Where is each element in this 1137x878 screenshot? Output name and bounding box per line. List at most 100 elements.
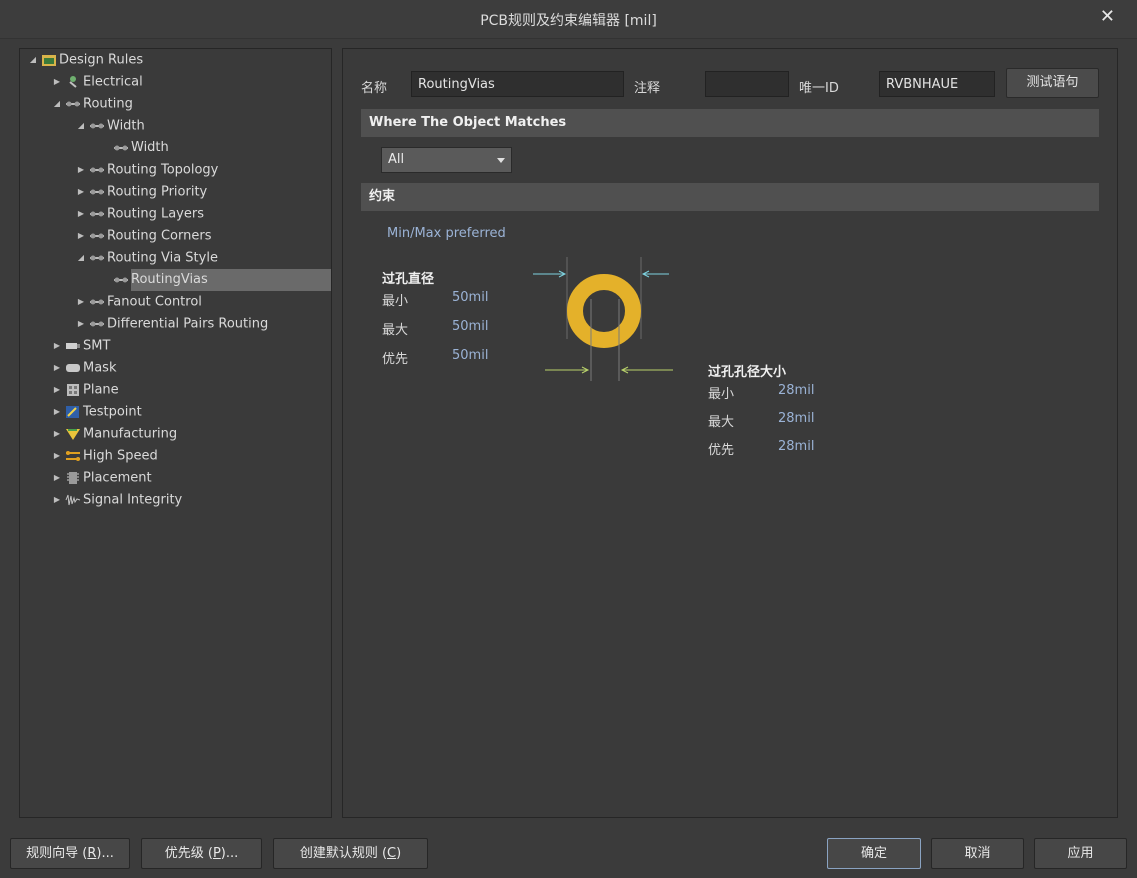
collapsed-arrow-icon[interactable]: ▶ <box>76 291 86 313</box>
collapsed-arrow-icon[interactable]: ▶ <box>52 445 62 467</box>
via-hole-preferred-value[interactable]: 28mil <box>778 439 814 454</box>
rules-tree: ◢ Design Rules ▶ Electrical ◢ Routing ◢ Widt… <box>19 48 332 818</box>
collapsed-arrow-icon[interactable]: ▶ <box>52 489 62 511</box>
via-diameter-max-value[interactable]: 50mil <box>452 319 488 334</box>
constraint-mode-label[interactable]: Min/Max preferred <box>387 226 506 241</box>
electrical-icon <box>69 76 77 88</box>
tree-item-testpoint[interactable]: ▶ Testpoint <box>52 401 142 423</box>
tree-item-placement[interactable]: ▶ Placement <box>52 467 152 489</box>
tree-item-routing-corners[interactable]: ▶ Routing Corners <box>76 225 212 247</box>
via-diagram <box>533 257 673 381</box>
tree-item-routing-vias[interactable]: RoutingVias <box>110 269 208 291</box>
test-query-button[interactable]: 测试语句 <box>1006 68 1099 98</box>
collapsed-arrow-icon[interactable]: ▶ <box>52 379 62 401</box>
tree-item-routing-layers[interactable]: ▶ Routing Layers <box>76 203 204 225</box>
tree-item-routing-via-style[interactable]: ◢ Routing Via Style <box>76 247 218 269</box>
scope-dropdown[interactable]: All <box>381 147 512 173</box>
create-default-rules-button[interactable]: 创建默认规则 (C) <box>273 838 428 869</box>
collapsed-arrow-icon[interactable]: ▶ <box>52 467 62 489</box>
smt-icon <box>66 343 80 349</box>
apply-button[interactable]: 应用 <box>1034 838 1127 869</box>
tree-item-width-rule[interactable]: Width <box>110 137 169 159</box>
collapsed-arrow-icon[interactable]: ▶ <box>52 71 62 93</box>
collapsed-arrow-icon[interactable]: ▶ <box>76 203 86 225</box>
comment-field[interactable] <box>705 71 789 97</box>
routing-rule-icon <box>114 277 128 282</box>
tree-item-routing[interactable]: ◢ Routing <box>52 93 133 115</box>
rule-wizard-button[interactable]: 规则向导 (R)... <box>10 838 130 869</box>
routing-rule-icon <box>90 299 104 305</box>
comment-label: 注释 <box>634 81 661 96</box>
via-diameter-min-value[interactable]: 50mil <box>452 290 488 305</box>
signal-integrity-icon <box>65 494 81 506</box>
routing-rule-icon <box>90 167 104 173</box>
design-rules-icon <box>42 55 56 66</box>
unique-id-field[interactable]: RVBNHAUE <box>879 71 995 97</box>
via-hole-icon <box>591 298 617 324</box>
via-diameter-preferred-value[interactable]: 50mil <box>452 348 488 363</box>
routing-rule-icon <box>90 255 104 261</box>
routing-rule-icon <box>114 145 128 150</box>
high-speed-icon <box>66 451 80 461</box>
collapsed-arrow-icon[interactable]: ▶ <box>76 159 86 181</box>
via-diameter-max-label: 最大 <box>382 323 409 338</box>
via-diameter-title: 过孔直径 <box>382 272 435 287</box>
routing-rule-icon <box>90 189 104 195</box>
tree-item-manufacturing[interactable]: ▶ Manufacturing <box>52 423 177 445</box>
mask-icon <box>66 364 80 372</box>
plane-icon <box>67 384 79 396</box>
collapsed-arrow-icon[interactable]: ▶ <box>76 225 86 247</box>
expanded-arrow-icon[interactable]: ◢ <box>52 93 62 115</box>
via-diameter-preferred-label: 优先 <box>382 352 409 367</box>
scope-dropdown-value: All <box>388 152 405 167</box>
where-matches-header: Where The Object Matches <box>361 109 1099 137</box>
via-hole-max-label: 最大 <box>708 415 735 430</box>
routing-icon <box>66 101 80 107</box>
routing-rule-icon <box>90 211 104 217</box>
routing-rule-icon <box>90 321 104 327</box>
priorities-button[interactable]: 优先级 (P)... <box>141 838 262 869</box>
tree-item-differential-pairs-routing[interactable]: ▶ Differential Pairs Routing <box>76 313 268 335</box>
via-hole-preferred-label: 优先 <box>708 443 735 458</box>
collapsed-arrow-icon[interactable]: ▶ <box>76 181 86 203</box>
tree-item-routing-priority[interactable]: ▶ Routing Priority <box>76 181 207 203</box>
via-hole-min-value[interactable]: 28mil <box>778 383 814 398</box>
routing-rule-icon <box>90 123 104 129</box>
name-field[interactable]: RoutingVias <box>411 71 624 97</box>
expanded-arrow-icon[interactable]: ◢ <box>76 115 86 137</box>
tree-item-signal-integrity[interactable]: ▶ Signal Integrity <box>52 489 182 511</box>
via-hole-title: 过孔孔径大小 <box>708 365 787 380</box>
chevron-down-icon <box>497 158 505 163</box>
tree-item-high-speed[interactable]: ▶ High Speed <box>52 445 158 467</box>
collapsed-arrow-icon[interactable]: ▶ <box>52 357 62 379</box>
placement-icon <box>67 472 79 484</box>
ok-button[interactable]: 确定 <box>827 838 921 869</box>
title-bar: PCB规则及约束编辑器 [mil] ✕ <box>0 0 1137 39</box>
cancel-button[interactable]: 取消 <box>931 838 1024 869</box>
tree-item-width[interactable]: ◢ Width <box>76 115 145 137</box>
routing-rule-icon <box>90 233 104 239</box>
unique-id-label: 唯一ID <box>799 81 839 96</box>
collapsed-arrow-icon[interactable]: ▶ <box>52 423 62 445</box>
collapsed-arrow-icon[interactable]: ▶ <box>52 401 62 423</box>
expanded-arrow-icon[interactable]: ◢ <box>76 247 86 269</box>
name-label: 名称 <box>361 81 388 96</box>
close-icon[interactable]: ✕ <box>1100 6 1115 27</box>
tree-item-mask[interactable]: ▶ Mask <box>52 357 117 379</box>
tree-item-smt[interactable]: ▶ SMT <box>52 335 111 357</box>
tree-item-electrical[interactable]: ▶ Electrical <box>52 71 143 93</box>
tree-item-design-rules[interactable]: ◢ Design Rules <box>28 49 143 71</box>
testpoint-icon <box>66 406 79 418</box>
expanded-arrow-icon[interactable]: ◢ <box>28 49 38 71</box>
window-title: PCB规则及约束编辑器 [mil] <box>480 13 657 29</box>
manufacturing-icon <box>66 429 80 440</box>
collapsed-arrow-icon[interactable]: ▶ <box>76 313 86 335</box>
tree-item-plane[interactable]: ▶ Plane <box>52 379 119 401</box>
tree-item-routing-topology[interactable]: ▶ Routing Topology <box>76 159 218 181</box>
collapsed-arrow-icon[interactable]: ▶ <box>52 335 62 357</box>
tree-item-fanout-control[interactable]: ▶ Fanout Control <box>76 291 202 313</box>
via-hole-min-label: 最小 <box>708 387 735 402</box>
rule-editor-panel: 名称 RoutingVias 注释 唯一ID RVBNHAUE 测试语句 Whe… <box>342 48 1118 818</box>
via-hole-max-value[interactable]: 28mil <box>778 411 814 426</box>
via-diameter-min-label: 最小 <box>382 294 409 309</box>
